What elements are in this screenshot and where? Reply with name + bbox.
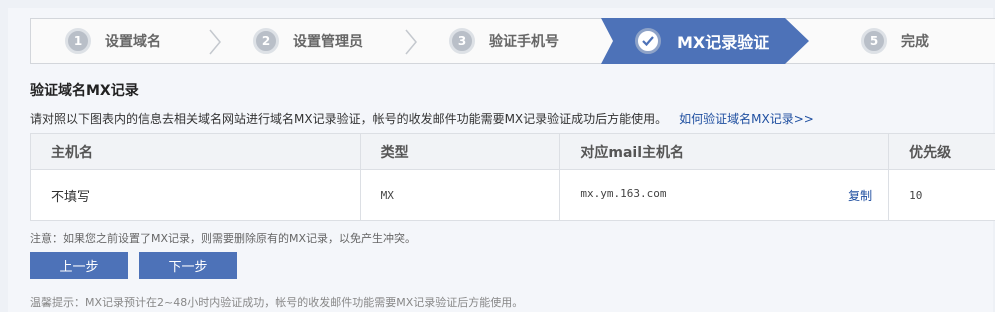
table-header-row: 主机名 类型 对应mail主机名 优先级 [30, 133, 995, 170]
cell-type: MX [359, 169, 561, 221]
warm-tip: 温馨提示：MX记录预计在2~48小时内验证成功，帐号的收发邮件功能需要MX记录验… [30, 296, 524, 309]
step-3-label: 验证手机号 [489, 34, 559, 50]
step-3: 3 验证手机号 [449, 19, 559, 63]
step-2: 2 设置管理员 [253, 19, 363, 63]
step-4-label: MX记录验证 [677, 33, 770, 52]
next-step-button[interactable]: 下一步 [139, 252, 237, 279]
step-5-label: 完成 [901, 34, 929, 50]
step-1-number: 1 [65, 28, 91, 54]
section-title: 验证域名MX记录 [30, 83, 139, 99]
step-5-number: 5 [861, 28, 887, 54]
header-host: 主机名 [30, 133, 361, 170]
section-description: 请对照以下图表内的信息去相关域名网站进行域名MX记录验证，帐号的收发邮件功能需要… [30, 110, 814, 127]
step-2-label: 设置管理员 [293, 34, 363, 50]
step-1: 1 设置域名 [65, 19, 161, 63]
cell-priority: 10 [888, 169, 995, 221]
cell-host: 不填写 [30, 169, 361, 221]
header-mail-host: 对应mail主机名 [559, 133, 890, 170]
description-text: 请对照以下图表内的信息去相关域名网站进行域名MX记录验证，帐号的收发邮件功能需要… [30, 112, 668, 126]
copy-button[interactable]: 复制 [848, 187, 872, 204]
step-2-number: 2 [253, 28, 279, 54]
step-5: 5 完成 [861, 19, 929, 63]
mail-host-value: mx.ym.163.com [580, 186, 667, 200]
header-type: 类型 [359, 133, 561, 170]
step-4-active: MX记录验证 [635, 19, 769, 63]
mx-record-table: 主机名 类型 对应mail主机名 优先级 不填写 MX mx.ym.163.co… [30, 133, 995, 221]
content-panel: 1 设置域名 2 设置管理员 3 验证手机号 MX记录验证 5 完成 验证域名M… [8, 8, 995, 312]
conflict-note: 注意：如果您之前设置了MX记录，则需要删除原有的MX记录，以免产生冲突。 [30, 232, 417, 245]
step-1-label: 设置域名 [105, 34, 161, 50]
check-icon [635, 28, 661, 54]
mx-help-link[interactable]: 如何验证域名MX记录>> [679, 112, 814, 126]
chevron-right-icon [405, 29, 417, 55]
prev-step-button[interactable]: 上一步 [30, 252, 128, 279]
table-row: 不填写 MX mx.ym.163.com 复制 10 [30, 169, 995, 221]
cell-mail-host: mx.ym.163.com 复制 [559, 169, 890, 221]
chevron-right-icon [209, 29, 221, 55]
header-priority: 优先级 [888, 133, 995, 170]
step-3-number: 3 [449, 28, 475, 54]
step-progress-bar: 1 设置域名 2 设置管理员 3 验证手机号 MX记录验证 5 完成 [30, 18, 995, 64]
